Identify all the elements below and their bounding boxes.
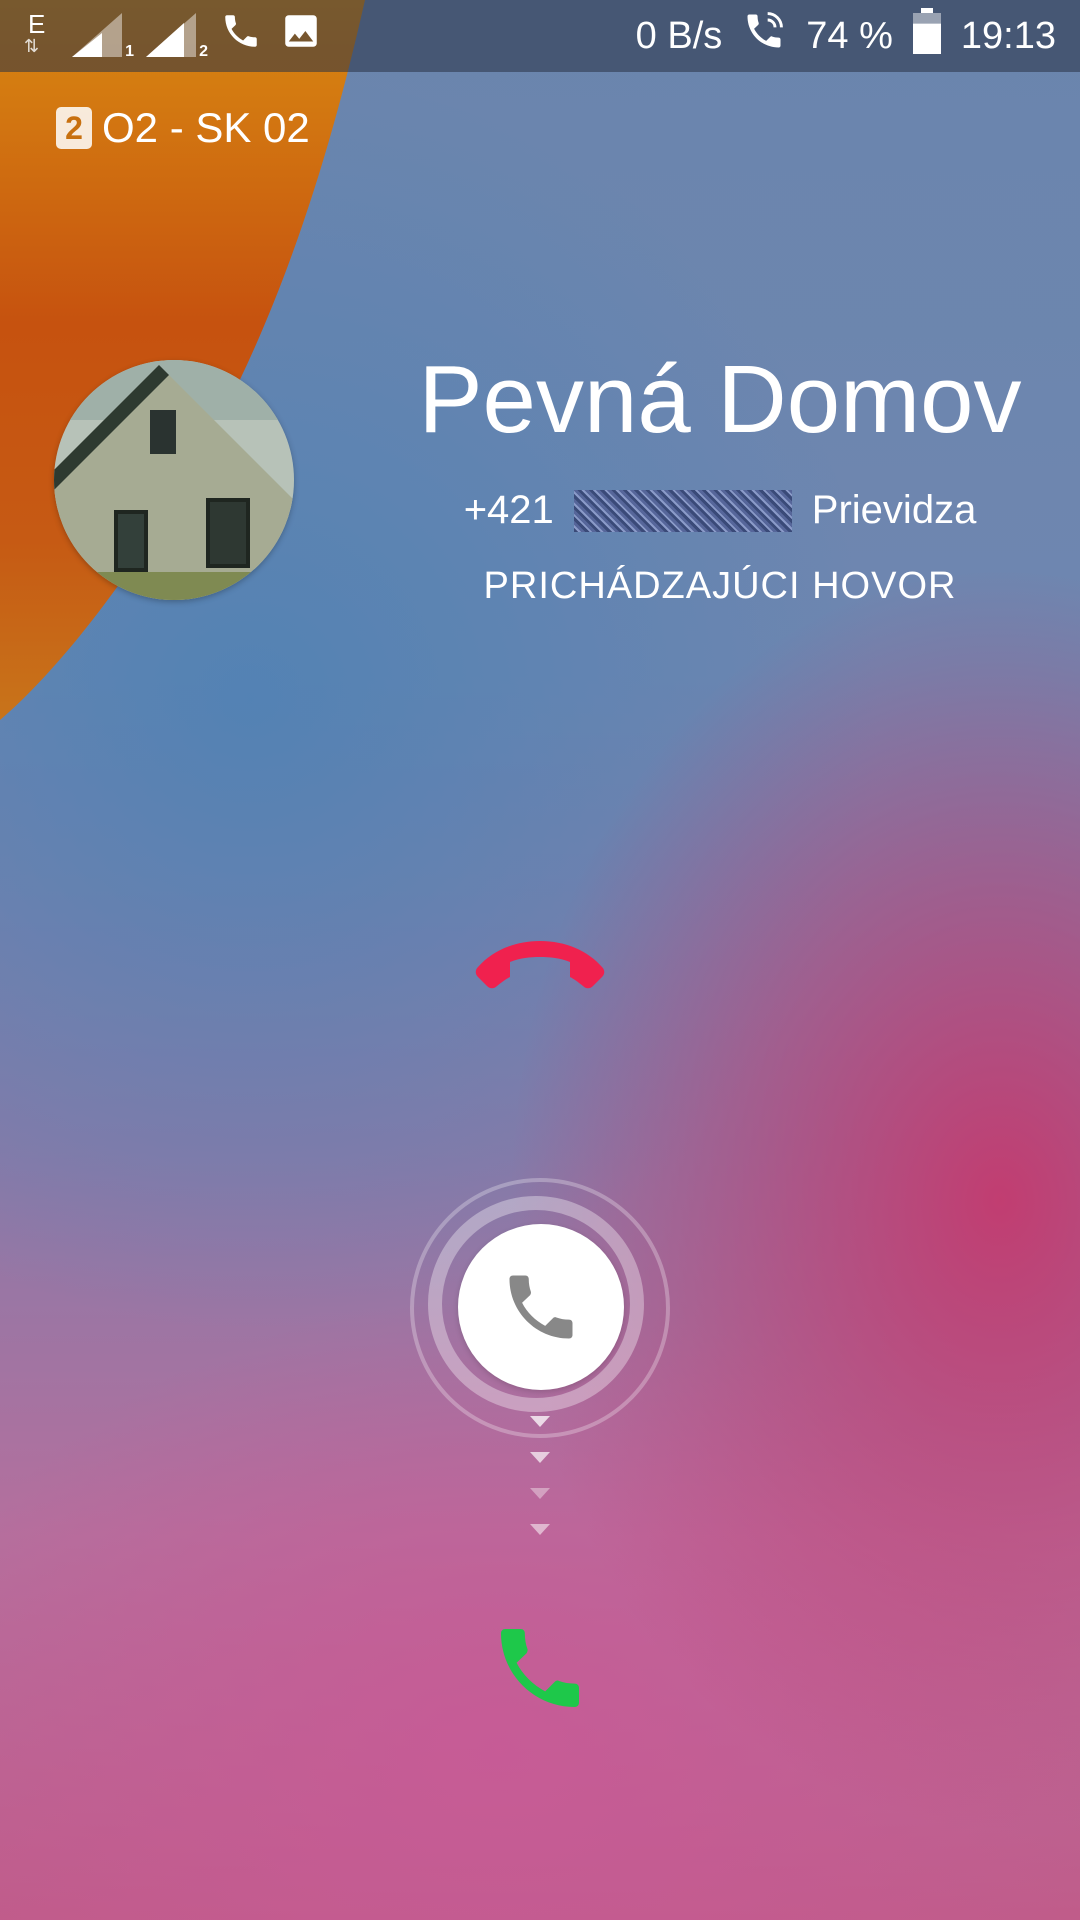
status-left-icons: E ⇅ 1 2 xyxy=(24,0,322,72)
swipe-arrow-icon xyxy=(530,1524,550,1535)
swipe-arrow-icon xyxy=(530,1416,550,1427)
caller-location: Prievidza xyxy=(811,488,977,532)
signal-sim1-icon: 1 xyxy=(72,13,134,60)
battery-icon xyxy=(912,8,941,64)
sim-operator-label: 2 O2 - SK 02 xyxy=(56,104,310,152)
phone-icon xyxy=(509,1275,573,1339)
phone-icon xyxy=(220,10,262,62)
incoming-call-screen: E ⇅ 1 2 0 B/s 74 % 19:13 2 O2 - SK 02 Pe… xyxy=(0,0,1080,1920)
data-arrows-icon: E ⇅ xyxy=(24,9,46,56)
data-speed: 0 B/s xyxy=(635,14,723,57)
answer-slider-handle[interactable] xyxy=(458,1224,624,1390)
hang-up-icon xyxy=(475,941,605,989)
battery-percent: 74 % xyxy=(806,14,893,57)
redacted-number xyxy=(573,489,792,532)
status-right-icons: 0 B/s 74 % 19:13 xyxy=(636,0,1056,72)
caller-avatar xyxy=(54,360,294,600)
answer-call-button[interactable] xyxy=(480,1608,600,1728)
swipe-arrow-icon xyxy=(530,1488,550,1499)
call-status: PRICHÁDZAJÚCI HOVOR xyxy=(483,565,957,607)
signal-sim2-icon: 2 xyxy=(146,13,208,60)
phone-answer-icon xyxy=(501,1629,579,1707)
image-icon xyxy=(280,10,322,62)
sim-2-icon: 2 xyxy=(56,107,92,149)
clock: 19:13 xyxy=(960,14,1056,57)
decline-call-button[interactable] xyxy=(470,925,610,1005)
wifi-calling-icon xyxy=(742,9,786,63)
swipe-arrow-icon xyxy=(530,1452,550,1463)
status-bar: E ⇅ 1 2 0 B/s 74 % 19:13 xyxy=(0,0,1080,72)
operator-name: O2 - SK 02 xyxy=(102,104,310,151)
caller-name: Pevná Domov xyxy=(418,346,1022,453)
caller-number-prefix: +421 xyxy=(463,488,554,532)
caller-number-row: +421 Prievidza xyxy=(400,488,1040,533)
